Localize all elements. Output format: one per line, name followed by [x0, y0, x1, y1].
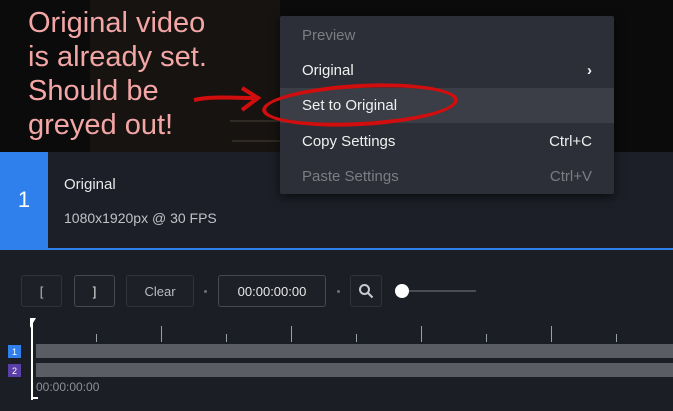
- ruler-tick: [486, 334, 487, 342]
- menu-item-label: Copy Settings: [302, 133, 396, 150]
- menu-item-label: Paste Settings: [302, 168, 399, 185]
- timeline-track[interactable]: [36, 344, 673, 358]
- zoom-button[interactable]: [350, 275, 382, 307]
- menu-item-label: Original: [302, 62, 354, 79]
- menu-item-shortcut: Ctrl+V: [549, 168, 592, 185]
- zoom-slider-handle[interactable]: [395, 284, 409, 298]
- zoom-slider-track[interactable]: [402, 290, 476, 292]
- track-number: 2: [8, 364, 21, 377]
- menu-item-shortcut: Ctrl+C: [549, 133, 592, 150]
- menu-item-paste-settings: Paste Settings Ctrl+V: [280, 159, 614, 194]
- ruler-tick: [291, 326, 292, 342]
- mark-out-button[interactable]: ]: [74, 275, 115, 307]
- clip-index-badge: 1: [0, 152, 48, 248]
- ruler-tick: [161, 326, 162, 342]
- ruler-tick: [551, 326, 552, 342]
- menu-item-label: Preview: [302, 27, 356, 44]
- timeline-timecode: 00:00:00:00: [36, 380, 100, 394]
- clear-button[interactable]: Clear: [126, 275, 194, 307]
- playhead-foot: [31, 397, 38, 399]
- ruler-tick: [421, 326, 422, 342]
- mark-in-button[interactable]: [: [21, 275, 62, 307]
- track-number: 1: [8, 345, 21, 358]
- ruler-tick: [226, 334, 227, 342]
- video-detail: [232, 140, 286, 142]
- annotation-arrow-icon: [193, 86, 262, 112]
- timeline-ruler[interactable]: [0, 318, 673, 342]
- ruler-tick: [96, 334, 97, 342]
- menu-item-copy-settings[interactable]: Copy Settings Ctrl+C: [280, 124, 614, 159]
- separator-dot: [204, 290, 207, 293]
- timecode-input[interactable]: 00:00:00:00: [218, 275, 326, 307]
- menu-item-original[interactable]: Original ›: [280, 53, 614, 88]
- clip-resolution: 1080x1920px @ 30 FPS: [64, 210, 217, 226]
- clip-title: Original: [64, 176, 116, 193]
- search-icon: [359, 284, 374, 299]
- chevron-right-icon: ›: [587, 62, 592, 79]
- ruler-tick: [356, 334, 357, 342]
- timeline-track[interactable]: [36, 363, 673, 377]
- separator-dot: [337, 290, 340, 293]
- playhead[interactable]: [31, 318, 33, 400]
- menu-item-preview: Preview: [280, 18, 614, 53]
- ruler-tick: [616, 334, 617, 342]
